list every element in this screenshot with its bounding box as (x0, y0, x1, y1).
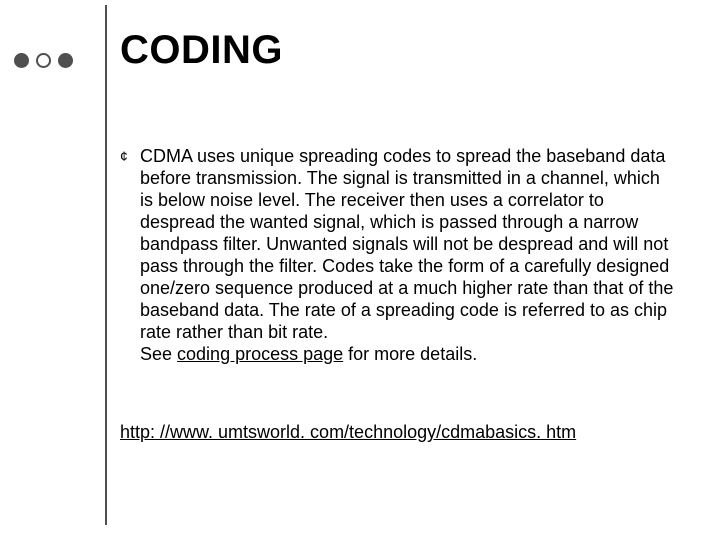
dot-icon (36, 53, 51, 68)
bullet-item: ¢ CDMA uses unique spreading codes to sp… (120, 145, 675, 365)
see-suffix: for more details. (343, 344, 477, 364)
reference-url-block: http: //www. umtsworld. com/technology/c… (120, 421, 675, 443)
reference-url-link[interactable]: http: //www. umtsworld. com/technology/c… (120, 422, 576, 442)
vertical-divider (105, 5, 107, 525)
slide-title: CODING (120, 28, 283, 73)
body-text-block: ¢ CDMA uses unique spreading codes to sp… (120, 145, 675, 365)
decorative-dots (14, 53, 73, 68)
dot-icon (58, 53, 73, 68)
coding-process-link[interactable]: coding process page (177, 344, 343, 364)
dot-icon (14, 53, 29, 68)
bullet-text: CDMA uses unique spreading codes to spre… (140, 145, 675, 365)
slide: CODING ¢ CDMA uses unique spreading code… (0, 0, 720, 540)
body-paragraph: CDMA uses unique spreading codes to spre… (140, 146, 673, 342)
bullet-glyph: ¢ (120, 145, 140, 167)
see-prefix: See (140, 344, 177, 364)
